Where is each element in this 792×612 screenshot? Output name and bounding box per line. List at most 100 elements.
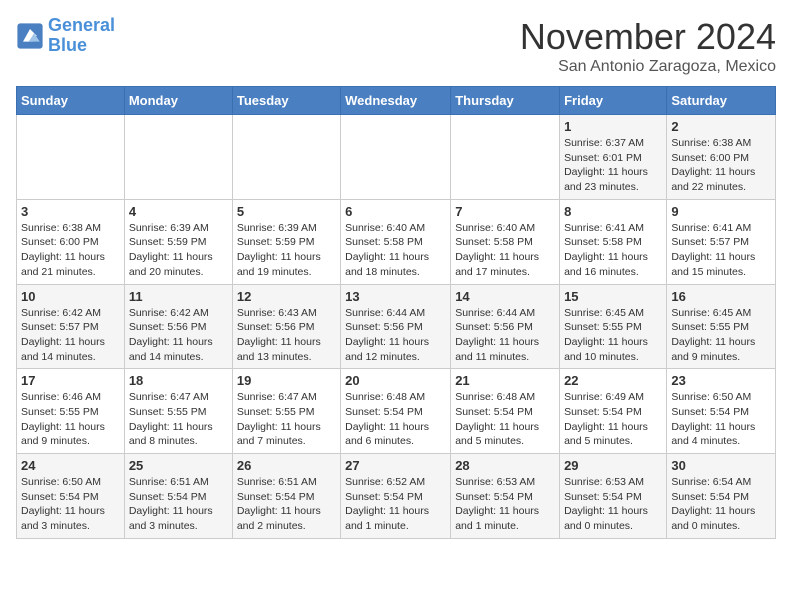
day-cell: 2Sunrise: 6:38 AMSunset: 6:00 PMDaylight… (667, 115, 776, 200)
day-cell (232, 115, 340, 200)
day-number: 1 (564, 119, 662, 134)
day-info: Sunrise: 6:45 AMSunset: 5:55 PMDaylight:… (671, 306, 771, 365)
day-cell: 12Sunrise: 6:43 AMSunset: 5:56 PMDayligh… (232, 284, 340, 369)
day-cell: 22 Sunrise: 6:49 AMSunset: 5:54 PMDayligh… (560, 369, 667, 454)
day-number: 10 (21, 289, 120, 304)
location: San Antonio Zaragoza, Mexico (520, 58, 776, 76)
day-info: Sunrise: 6:45 AMSunset: 5:55 PMDaylight:… (564, 306, 662, 365)
day-cell: 14Sunrise: 6:44 AMSunset: 5:56 PMDayligh… (451, 284, 560, 369)
logo-line1: General (48, 15, 115, 35)
day-number: 5 (237, 204, 336, 219)
day-cell: 15 Sunrise: 6:45 AMSunset: 5:55 PMDayligh… (560, 284, 667, 369)
day-info: Sunrise: 6:42 AMSunset: 5:56 PMDaylight:… (129, 306, 228, 365)
day-cell: 20 Sunrise: 6:48 AMSunset: 5:54 PMDayligh… (341, 369, 451, 454)
day-number: 24 (21, 458, 120, 473)
day-cell: 10 Sunrise: 6:42 AMSunset: 5:57 PMDayligh… (17, 284, 125, 369)
day-info: Sunrise: 6:48 AMSunset: 5:54 PMDaylight:… (455, 390, 555, 449)
day-info: Sunrise: 6:51 AMSunset: 5:54 PMDaylight:… (129, 475, 228, 534)
day-info: Sunrise: 6:47 AMSunset: 5:55 PMDaylight:… (237, 390, 336, 449)
day-info: Sunrise: 6:39 AMSunset: 5:59 PMDaylight:… (237, 221, 336, 280)
header-cell-thursday: Thursday (451, 87, 560, 115)
day-info: Sunrise: 6:53 AMSunset: 5:54 PMDaylight:… (455, 475, 555, 534)
day-info: Sunrise: 6:40 AMSunset: 5:58 PMDaylight:… (455, 221, 555, 280)
day-number: 18 (129, 373, 228, 388)
day-cell: 5 Sunrise: 6:39 AMSunset: 5:59 PMDaylight… (232, 199, 340, 284)
day-number: 13 (345, 289, 446, 304)
day-cell: 28Sunrise: 6:53 AMSunset: 5:54 PMDayligh… (451, 454, 560, 539)
header-cell-wednesday: Wednesday (341, 87, 451, 115)
logo-line2: Blue (48, 35, 87, 55)
day-cell: 27 Sunrise: 6:52 AMSunset: 5:54 PMDayligh… (341, 454, 451, 539)
logo: General Blue (16, 16, 115, 56)
day-cell: 29Sunrise: 6:53 AMSunset: 5:54 PMDayligh… (560, 454, 667, 539)
day-cell: 19 Sunrise: 6:47 AMSunset: 5:55 PMDayligh… (232, 369, 340, 454)
day-number: 19 (237, 373, 336, 388)
header-cell-saturday: Saturday (667, 87, 776, 115)
day-number: 17 (21, 373, 120, 388)
day-cell: 23 Sunrise: 6:50 AMSunset: 5:54 PMDayligh… (667, 369, 776, 454)
calendar-body: 1 Sunrise: 6:37 AMSunset: 6:01 PMDaylight… (17, 115, 776, 539)
week-row-5: 24 Sunrise: 6:50 AMSunset: 5:54 PMDayligh… (17, 454, 776, 539)
logo-icon (16, 22, 44, 50)
day-cell: 21 Sunrise: 6:48 AMSunset: 5:54 PMDayligh… (451, 369, 560, 454)
day-number: 22 (564, 373, 662, 388)
day-info: Sunrise: 6:41 AMSunset: 5:57 PMDaylight:… (671, 221, 771, 280)
day-info: Sunrise: 6:49 AMSunset: 5:54 PMDaylight:… (564, 390, 662, 449)
week-row-2: 3 Sunrise: 6:38 AMSunset: 6:00 PMDaylight… (17, 199, 776, 284)
day-cell: 13 Sunrise: 6:44 AMSunset: 5:56 PMDayligh… (341, 284, 451, 369)
day-info: Sunrise: 6:46 AMSunset: 5:55 PMDaylight:… (21, 390, 120, 449)
day-info: Sunrise: 6:48 AMSunset: 5:54 PMDaylight:… (345, 390, 446, 449)
day-number: 11 (129, 289, 228, 304)
day-info: Sunrise: 6:50 AMSunset: 5:54 PMDaylight:… (671, 390, 771, 449)
day-number: 23 (671, 373, 771, 388)
day-info: Sunrise: 6:50 AMSunset: 5:54 PMDaylight:… (21, 475, 120, 534)
day-cell: 1 Sunrise: 6:37 AMSunset: 6:01 PMDaylight… (560, 115, 667, 200)
day-info: Sunrise: 6:54 AMSunset: 5:54 PMDaylight:… (671, 475, 771, 534)
day-info: Sunrise: 6:37 AMSunset: 6:01 PMDaylight:… (564, 136, 662, 195)
day-info: Sunrise: 6:42 AMSunset: 5:57 PMDaylight:… (21, 306, 120, 365)
title-section: November 2024 San Antonio Zaragoza, Mexi… (520, 16, 776, 76)
week-row-4: 17 Sunrise: 6:46 AMSunset: 5:55 PMDayligh… (17, 369, 776, 454)
day-info: Sunrise: 6:40 AMSunset: 5:58 PMDaylight:… (345, 221, 446, 280)
header-cell-friday: Friday (560, 87, 667, 115)
day-info: Sunrise: 6:38 AMSunset: 6:00 PMDaylight:… (21, 221, 120, 280)
day-number: 20 (345, 373, 446, 388)
week-row-3: 10 Sunrise: 6:42 AMSunset: 5:57 PMDayligh… (17, 284, 776, 369)
day-info: Sunrise: 6:53 AMSunset: 5:54 PMDaylight:… (564, 475, 662, 534)
day-info: Sunrise: 6:52 AMSunset: 5:54 PMDaylight:… (345, 475, 446, 534)
day-cell (17, 115, 125, 200)
day-cell: 7Sunrise: 6:40 AMSunset: 5:58 PMDaylight… (451, 199, 560, 284)
day-info: Sunrise: 6:39 AMSunset: 5:59 PMDaylight:… (129, 221, 228, 280)
day-cell: 26 Sunrise: 6:51 AMSunset: 5:54 PMDayligh… (232, 454, 340, 539)
day-number: 8 (564, 204, 662, 219)
day-cell: 30 Sunrise: 6:54 AMSunset: 5:54 PMDayligh… (667, 454, 776, 539)
day-cell: 6 Sunrise: 6:40 AMSunset: 5:58 PMDaylight… (341, 199, 451, 284)
day-cell: 4Sunrise: 6:39 AMSunset: 5:59 PMDaylight… (124, 199, 232, 284)
day-cell: 9 Sunrise: 6:41 AMSunset: 5:57 PMDaylight… (667, 199, 776, 284)
day-number: 26 (237, 458, 336, 473)
day-cell: 18 Sunrise: 6:47 AMSunset: 5:55 PMDayligh… (124, 369, 232, 454)
day-number: 2 (671, 119, 771, 134)
header-cell-sunday: Sunday (17, 87, 125, 115)
day-info: Sunrise: 6:44 AMSunset: 5:56 PMDaylight:… (345, 306, 446, 365)
day-info: Sunrise: 6:51 AMSunset: 5:54 PMDaylight:… (237, 475, 336, 534)
day-number: 6 (345, 204, 446, 219)
day-info: Sunrise: 6:43 AMSunset: 5:56 PMDaylight:… (237, 306, 336, 365)
day-number: 15 (564, 289, 662, 304)
day-number: 3 (21, 204, 120, 219)
day-info: Sunrise: 6:44 AMSunset: 5:56 PMDaylight:… (455, 306, 555, 365)
calendar-header-row: SundayMondayTuesdayWednesdayThursdayFrid… (17, 87, 776, 115)
day-info: Sunrise: 6:47 AMSunset: 5:55 PMDaylight:… (129, 390, 228, 449)
day-number: 9 (671, 204, 771, 219)
day-number: 30 (671, 458, 771, 473)
day-number: 16 (671, 289, 771, 304)
day-cell: 8Sunrise: 6:41 AMSunset: 5:58 PMDaylight… (560, 199, 667, 284)
day-number: 21 (455, 373, 555, 388)
week-row-1: 1 Sunrise: 6:37 AMSunset: 6:01 PMDaylight… (17, 115, 776, 200)
logo-text: General Blue (48, 16, 115, 56)
header-cell-tuesday: Tuesday (232, 87, 340, 115)
day-cell: 16 Sunrise: 6:45 AMSunset: 5:55 PMDayligh… (667, 284, 776, 369)
day-number: 27 (345, 458, 446, 473)
day-cell: 3 Sunrise: 6:38 AMSunset: 6:00 PMDaylight… (17, 199, 125, 284)
day-number: 25 (129, 458, 228, 473)
